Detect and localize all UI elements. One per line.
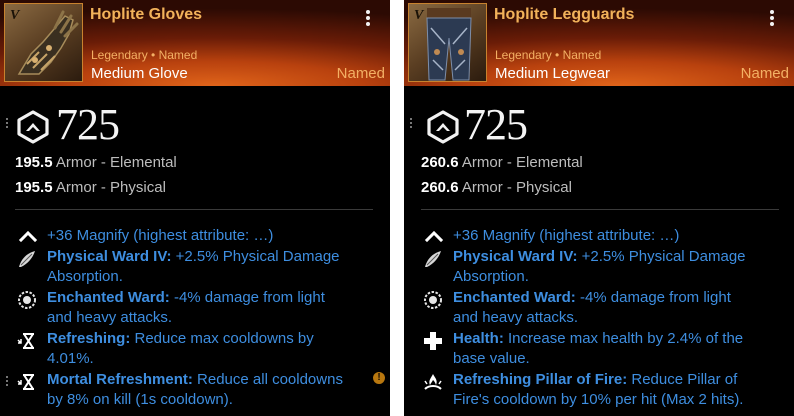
item-name: Hoplite Legguards [494, 6, 635, 23]
chevron-up-icon [424, 230, 444, 243]
chevron-up-icon [18, 230, 38, 243]
perk-refreshing-pillar-of-fire: Refreshing Pillar of Fire: Reduce Pillar… [453, 371, 744, 408]
item-rarity: Legendary • Named [495, 48, 602, 62]
more-options-icon[interactable] [766, 10, 778, 30]
drag-handle-icon[interactable] [6, 118, 9, 130]
health-cross-icon [424, 332, 442, 350]
tooltip-header: V Hoplite Gloves Legendary • Named Mediu… [0, 0, 390, 86]
ward-feather-icon [19, 251, 35, 267]
info-icon[interactable]: ! [373, 372, 385, 384]
hourglass-icon [17, 374, 34, 390]
named-tag: Named [336, 65, 385, 82]
item-name: Hoplite Gloves [90, 6, 203, 23]
hourglass-icon [17, 333, 34, 349]
tier-numeral: V [414, 8, 424, 23]
item-tooltip-gloves: V Hoplite Gloves Legendary • Named Mediu… [0, 0, 390, 416]
pillar-of-fire-icon [424, 374, 442, 390]
item-rarity: Legendary • Named [91, 48, 198, 62]
item-thumbnail: V [4, 3, 83, 82]
perk-physical-ward: Physical Ward IV: +2.5% Physical Damage A… [47, 248, 340, 285]
attribute-bonus: +36 Magnify (highest attribute: …) [47, 227, 274, 244]
perk-health: Health: Increase max health by 2.4% of t… [453, 330, 744, 367]
tooltip-header: V Hoplite Legguards Legendary • Named Me… [404, 0, 794, 86]
perk-refreshing: Refreshing: Reduce max cooldowns by 4.01%… [47, 330, 314, 367]
item-type: Medium Glove [91, 65, 188, 82]
armor-stat-physical: 195.5 Armor - Physical [15, 179, 166, 196]
enchanted-ward-icon [18, 291, 36, 309]
drag-handle-icon[interactable] [410, 118, 413, 130]
armor-stat-elemental: 260.6 Armor - Elemental [421, 154, 583, 171]
divider [15, 209, 373, 210]
gear-score-value: 725 [464, 100, 528, 149]
item-thumbnail: V [408, 3, 487, 82]
gear-score-icon [17, 110, 49, 144]
armor-stat-elemental: 195.5 Armor - Elemental [15, 154, 177, 171]
attribute-bonus: +36 Magnify (highest attribute: …) [453, 227, 680, 244]
item-tooltip-legguards: V Hoplite Legguards Legendary • Named Me… [404, 0, 794, 416]
ward-feather-icon [425, 251, 441, 267]
perk-mortal-refreshment: Mortal Refreshment: Reduce all cooldowns… [47, 371, 343, 408]
gear-score-icon [427, 110, 459, 144]
perk-enchanted-ward: Enchanted Ward: -4% damage from light and… [453, 289, 731, 326]
tier-numeral: V [10, 8, 20, 23]
more-options-icon[interactable] [362, 10, 374, 30]
divider [421, 209, 779, 210]
armor-stat-physical: 260.6 Armor - Physical [421, 179, 572, 196]
gear-score-value: 725 [56, 100, 120, 149]
item-type: Medium Legwear [495, 65, 611, 82]
named-tag: Named [740, 65, 789, 82]
enchanted-ward-icon [424, 291, 442, 309]
perk-enchanted-ward: Enchanted Ward: -4% damage from light and… [47, 289, 325, 326]
perk-physical-ward: Physical Ward IV: +2.5% Physical Damage A… [453, 248, 746, 285]
drag-handle-icon[interactable] [6, 376, 9, 388]
